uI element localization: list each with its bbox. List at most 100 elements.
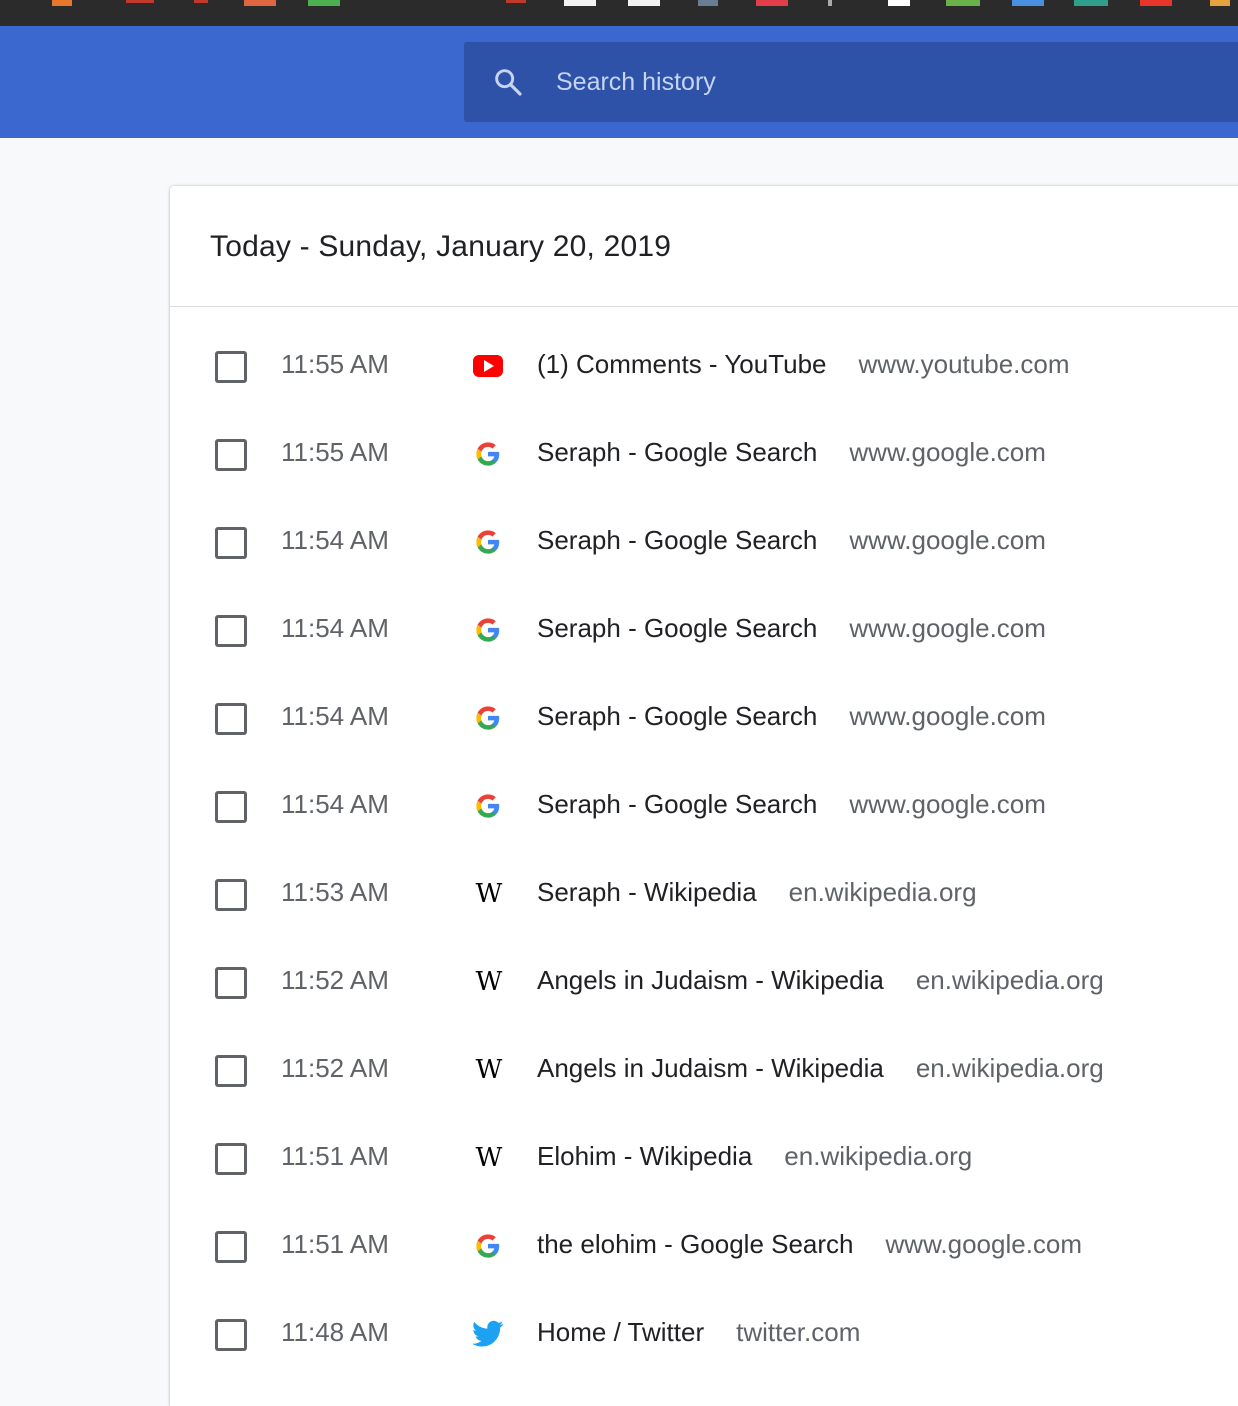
entry-title: Seraph - Google Search: [537, 613, 818, 643]
google-icon: [472, 526, 504, 558]
history-list: 11:55 AM (1) Comments - YouTube www.yout…: [170, 323, 1238, 1379]
search-input[interactable]: [556, 62, 1156, 102]
google-icon: [472, 614, 504, 646]
entry-checkbox[interactable]: [215, 967, 247, 999]
google-icon: [472, 702, 504, 734]
entry-checkbox[interactable]: [215, 1055, 247, 1087]
entry-domain: www.google.com: [885, 1229, 1083, 1259]
youtube-icon: [472, 350, 504, 382]
entry-link[interactable]: Angels in Judaism - Wikipedia en.wikiped…: [537, 1053, 1104, 1084]
history-entry: 11:52 AM W Angels in Judaism - Wikipedia…: [170, 1027, 1238, 1115]
entry-title: Seraph - Google Search: [537, 525, 818, 555]
menu-bar-app-icon[interactable]: [756, 0, 788, 6]
history-entry: 11:53 AM W Seraph - Wikipedia en.wikiped…: [170, 851, 1238, 939]
history-entry: 11:48 AM Home / Twitter twitter.com: [170, 1291, 1238, 1379]
menu-bar-app-icon[interactable]: [194, 0, 208, 3]
entry-link[interactable]: Home / Twitter twitter.com: [537, 1317, 860, 1348]
history-entry: 11:54 AM Seraph - Google Search www.goog…: [170, 587, 1238, 675]
entry-link[interactable]: Elohim - Wikipedia en.wikipedia.org: [537, 1141, 972, 1172]
menu-bar-app-icon[interactable]: [1012, 0, 1044, 6]
entry-link[interactable]: Seraph - Wikipedia en.wikipedia.org: [537, 877, 977, 908]
entry-domain: en.wikipedia.org: [788, 877, 977, 907]
entry-link[interactable]: Seraph - Google Search www.google.com: [537, 701, 1046, 732]
history-entry: 11:51 AM the elohim - Google Search www.…: [170, 1203, 1238, 1291]
entry-title: the elohim - Google Search: [537, 1229, 854, 1259]
menu-bar-app-icon[interactable]: [628, 0, 660, 6]
twitter-icon: [472, 1318, 504, 1350]
divider: [170, 306, 1238, 307]
entry-title: Elohim - Wikipedia: [537, 1141, 753, 1171]
system-menu-bar: [0, 0, 1238, 26]
menu-bar-app-icon[interactable]: [1140, 0, 1172, 6]
entry-checkbox[interactable]: [215, 1319, 247, 1351]
entry-title: Angels in Judaism - Wikipedia: [537, 965, 884, 995]
entry-domain: www.google.com: [849, 437, 1046, 467]
entry-time: 11:55 AM: [281, 437, 389, 467]
menu-bar-app-icon[interactable]: [698, 0, 718, 6]
search-icon[interactable]: [492, 66, 524, 98]
entry-checkbox[interactable]: [215, 879, 247, 911]
google-icon: [472, 1230, 504, 1262]
entry-domain: twitter.com: [736, 1317, 861, 1347]
history-entry: 11:51 AM W Elohim - Wikipedia en.wikiped…: [170, 1115, 1238, 1203]
entry-time: 11:55 AM: [281, 349, 389, 379]
entry-title: Home / Twitter: [537, 1317, 705, 1347]
entry-link[interactable]: Seraph - Google Search www.google.com: [537, 613, 1046, 644]
entry-link[interactable]: Seraph - Google Search www.google.com: [537, 525, 1046, 556]
entry-domain: www.youtube.com: [858, 349, 1070, 379]
entry-time: 11:52 AM: [281, 1053, 389, 1083]
history-entry: 11:52 AM W Angels in Judaism - Wikipedia…: [170, 939, 1238, 1027]
entry-time: 11:54 AM: [281, 525, 389, 555]
entry-time: 11:52 AM: [281, 965, 389, 995]
menu-bar-app-icon[interactable]: [564, 0, 596, 6]
entry-checkbox[interactable]: [215, 791, 247, 823]
history-entry: 11:55 AM (1) Comments - YouTube www.yout…: [170, 323, 1238, 411]
entry-title: Angels in Judaism - Wikipedia: [537, 1053, 884, 1083]
entry-link[interactable]: (1) Comments - YouTube www.youtube.com: [537, 349, 1070, 380]
entry-link[interactable]: Seraph - Google Search www.google.com: [537, 437, 1046, 468]
entry-domain: en.wikipedia.org: [784, 1141, 973, 1171]
wikipedia-icon: W: [475, 1055, 503, 1085]
menu-bar-app-icon[interactable]: [244, 0, 276, 6]
entry-domain: www.google.com: [849, 789, 1046, 819]
menu-bar-app-icon[interactable]: [126, 0, 154, 3]
menu-bar-app-icon[interactable]: [946, 0, 980, 6]
entry-title: Seraph - Google Search: [537, 789, 818, 819]
entry-time: 11:51 AM: [281, 1229, 389, 1259]
history-entry: 11:54 AM Seraph - Google Search www.goog…: [170, 763, 1238, 851]
wikipedia-icon: W: [475, 967, 503, 997]
google-icon: [472, 790, 504, 822]
entry-time: 11:53 AM: [281, 877, 389, 907]
menu-bar-app-icon[interactable]: [888, 0, 910, 6]
entry-domain: en.wikipedia.org: [915, 965, 1104, 995]
entry-checkbox[interactable]: [215, 1143, 247, 1175]
menu-bar-app-icon[interactable]: [1074, 0, 1108, 6]
menu-bar-app-icon[interactable]: [1210, 0, 1230, 6]
entry-link[interactable]: the elohim - Google Search www.google.co…: [537, 1229, 1082, 1260]
entry-checkbox[interactable]: [215, 527, 247, 559]
search-box[interactable]: [464, 42, 1238, 122]
entry-checkbox[interactable]: [215, 615, 247, 647]
entry-checkbox[interactable]: [215, 1231, 247, 1263]
menu-bar-app-icon[interactable]: [506, 0, 526, 3]
wikipedia-icon: W: [475, 879, 503, 909]
menu-bar-app-icon[interactable]: [308, 0, 340, 6]
entry-link[interactable]: Angels in Judaism - Wikipedia en.wikiped…: [537, 965, 1104, 996]
entry-checkbox[interactable]: [215, 351, 247, 383]
menu-bar-app-icon[interactable]: [828, 0, 832, 6]
history-card: Today - Sunday, January 20, 2019 11:55 A…: [170, 186, 1238, 1406]
entry-title: (1) Comments - YouTube: [537, 349, 827, 379]
entry-title: Seraph - Wikipedia: [537, 877, 757, 907]
entry-time: 11:54 AM: [281, 613, 389, 643]
entry-checkbox[interactable]: [215, 439, 247, 471]
entry-domain: www.google.com: [849, 701, 1046, 731]
history-entry: 11:54 AM Seraph - Google Search www.goog…: [170, 675, 1238, 763]
menu-bar-app-icon[interactable]: [52, 0, 72, 6]
entry-title: Seraph - Google Search: [537, 437, 818, 467]
entry-title: Seraph - Google Search: [537, 701, 818, 731]
entry-link[interactable]: Seraph - Google Search www.google.com: [537, 789, 1046, 820]
date-heading: Today - Sunday, January 20, 2019: [210, 230, 672, 263]
entry-domain: www.google.com: [849, 525, 1046, 555]
history-entry: 11:54 AM Seraph - Google Search www.goog…: [170, 499, 1238, 587]
entry-checkbox[interactable]: [215, 703, 247, 735]
